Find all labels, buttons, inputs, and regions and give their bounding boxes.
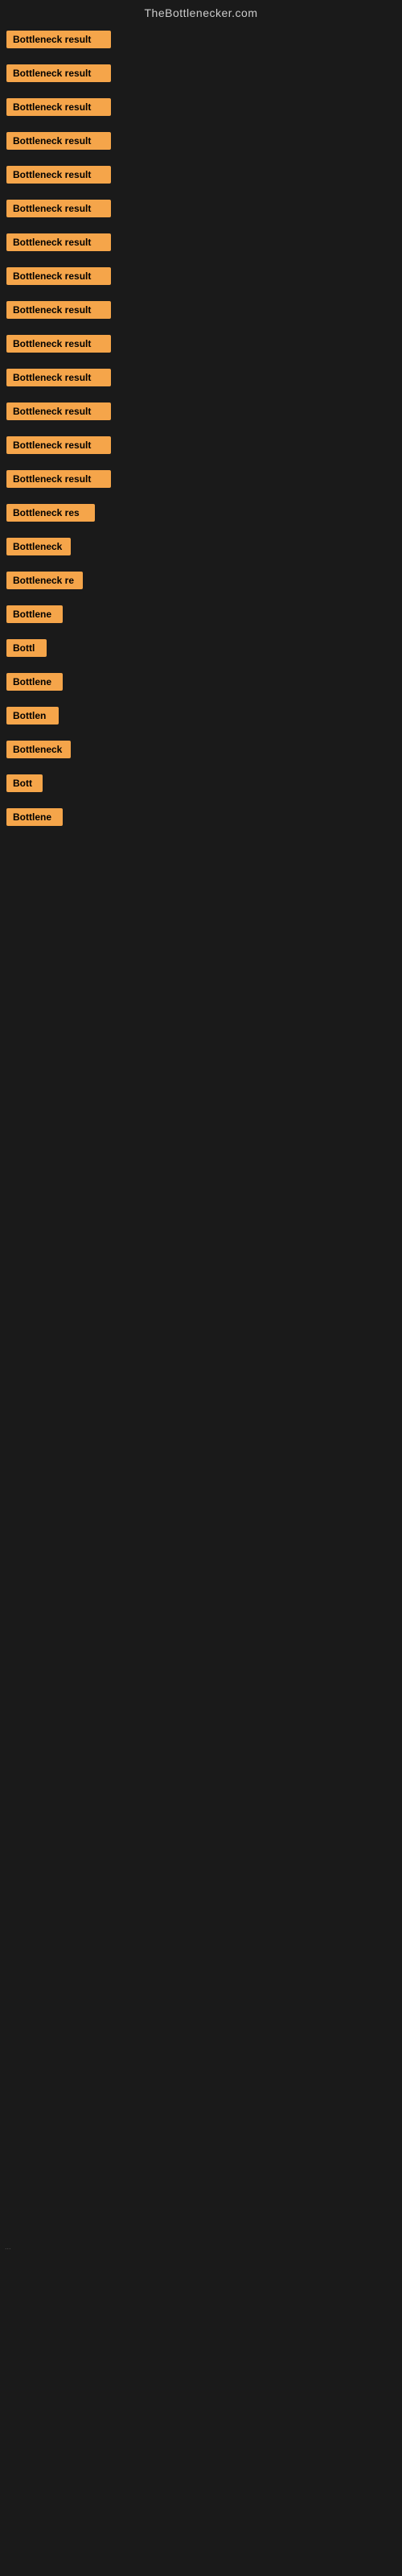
bottleneck-label: Bottleneck result: [6, 267, 111, 285]
bottleneck-item[interactable]: Bottleneck result: [6, 200, 111, 217]
bottleneck-item[interactable]: Bottleneck result: [6, 267, 111, 285]
bottleneck-label: Bottleneck result: [6, 98, 111, 116]
items-container: Bottleneck result Bottleneck result Bottle…: [0, 23, 402, 834]
bottleneck-item[interactable]: Bottlen: [6, 707, 59, 724]
bottleneck-item[interactable]: Bottleneck: [6, 538, 71, 555]
bottleneck-item[interactable]: Bottleneck result: [6, 31, 111, 48]
bottleneck-item[interactable]: Bottleneck result: [6, 335, 111, 353]
bottleneck-row: Bottlene: [0, 800, 402, 834]
bottleneck-label: Bottleneck result: [6, 470, 111, 488]
bottleneck-row: Bottlene: [0, 597, 402, 631]
bottleneck-item[interactable]: Bottleneck result: [6, 166, 111, 184]
bottleneck-label: Bottleneck result: [6, 132, 111, 150]
bottleneck-row: Bott: [0, 766, 402, 800]
bottleneck-row: Bottleneck result: [0, 158, 402, 192]
bottleneck-label: Bottlene: [6, 605, 63, 623]
bottleneck-row: Bottleneck result: [0, 90, 402, 124]
bottleneck-row: Bottl: [0, 631, 402, 665]
bottleneck-item[interactable]: Bottleneck result: [6, 402, 111, 420]
bottleneck-item[interactable]: Bottleneck result: [6, 436, 111, 454]
bottleneck-item[interactable]: Bottlene: [6, 605, 63, 623]
bottleneck-label: Bottl: [6, 639, 47, 657]
footer-text: ...: [3, 2240, 13, 2254]
bottleneck-row: Bottleneck result: [0, 124, 402, 158]
bottleneck-label: Bottleneck result: [6, 335, 111, 353]
bottleneck-row: Bottleneck result: [0, 23, 402, 56]
bottleneck-row: Bottlene: [0, 665, 402, 699]
bottleneck-row: Bottleneck re: [0, 564, 402, 597]
bottleneck-row: Bottleneck result: [0, 394, 402, 428]
bottleneck-label: Bottleneck result: [6, 301, 111, 319]
bottleneck-row: Bottleneck result: [0, 225, 402, 259]
bottleneck-label: Bottleneck result: [6, 402, 111, 420]
bottleneck-item[interactable]: Bottlene: [6, 673, 63, 691]
bottleneck-item[interactable]: Bottleneck: [6, 741, 71, 758]
bottleneck-label: Bottleneck res: [6, 504, 95, 522]
bottleneck-row: Bottleneck result: [0, 462, 402, 496]
bottleneck-row: Bottleneck result: [0, 327, 402, 361]
bottleneck-label: Bottleneck result: [6, 166, 111, 184]
bottleneck-item[interactable]: Bott: [6, 774, 43, 792]
bottleneck-row: Bottleneck result: [0, 361, 402, 394]
bottleneck-row: Bottleneck result: [0, 259, 402, 293]
bottleneck-row: Bottleneck res: [0, 496, 402, 530]
bottleneck-row: Bottleneck result: [0, 56, 402, 90]
bottleneck-item[interactable]: Bottleneck result: [6, 369, 111, 386]
bottleneck-label: Bottlene: [6, 808, 63, 826]
bottleneck-label: Bottleneck result: [6, 64, 111, 82]
bottleneck-label: Bottleneck result: [6, 233, 111, 251]
bottleneck-label: Bottleneck re: [6, 572, 83, 589]
bottleneck-item[interactable]: Bottleneck result: [6, 132, 111, 150]
bottleneck-row: Bottlen: [0, 699, 402, 733]
bottleneck-label: Bottleneck result: [6, 369, 111, 386]
bottleneck-label: Bott: [6, 774, 43, 792]
bottleneck-row: Bottleneck result: [0, 428, 402, 462]
bottleneck-row: Bottleneck result: [0, 192, 402, 225]
bottleneck-item[interactable]: Bottl: [6, 639, 47, 657]
bottleneck-item[interactable]: Bottleneck result: [6, 64, 111, 82]
bottleneck-item[interactable]: Bottleneck result: [6, 233, 111, 251]
bottleneck-item[interactable]: Bottlene: [6, 808, 63, 826]
bottleneck-label: Bottlene: [6, 673, 63, 691]
bottleneck-label: Bottleneck: [6, 741, 71, 758]
bottleneck-label: Bottleneck result: [6, 200, 111, 217]
bottleneck-label: Bottleneck result: [6, 31, 111, 48]
bottleneck-row: Bottleneck result: [0, 293, 402, 327]
bottleneck-label: Bottleneck result: [6, 436, 111, 454]
bottleneck-item[interactable]: Bottleneck res: [6, 504, 95, 522]
bottleneck-item[interactable]: Bottleneck re: [6, 572, 83, 589]
site-header: TheBottlenecker.com: [0, 0, 402, 23]
site-title: TheBottlenecker.com: [144, 6, 257, 19]
bottleneck-item[interactable]: Bottleneck result: [6, 301, 111, 319]
bottleneck-item[interactable]: Bottleneck result: [6, 98, 111, 116]
bottleneck-item[interactable]: Bottleneck result: [6, 470, 111, 488]
bottleneck-row: Bottleneck: [0, 733, 402, 766]
bottleneck-row: Bottleneck: [0, 530, 402, 564]
bottleneck-label: Bottleneck: [6, 538, 71, 555]
bottleneck-label: Bottlen: [6, 707, 59, 724]
